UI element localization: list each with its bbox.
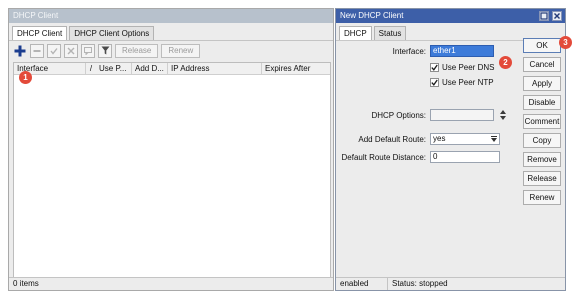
enable-button[interactable] (47, 43, 61, 58)
column-add-default[interactable]: Add D... (132, 63, 168, 74)
interface-field[interactable]: ether1 (430, 45, 494, 57)
column-ip-address[interactable]: IP Address (168, 63, 262, 74)
new-dhcp-client-window: New DHCP Client DHCP Status Interface: e… (335, 8, 566, 291)
add-icon (14, 45, 26, 56)
renew-button[interactable]: Renew (523, 190, 561, 205)
enabled-status: enabled (336, 278, 388, 290)
apply-button[interactable]: Apply (523, 76, 561, 91)
dhcp-client-table: Interface / Use P... Add D... IP Address… (13, 62, 331, 284)
cancel-button[interactable]: Cancel (523, 57, 561, 72)
default-route-distance-label: Default Route Distance: (341, 153, 427, 162)
up-down-arrows-icon (500, 110, 506, 120)
dhcp-client-statusbar: 0 items (9, 277, 333, 290)
interface-label: Interface: (392, 47, 426, 56)
add-button[interactable] (13, 44, 27, 58)
dhcp-client-tabs: DHCP Client DHCP Client Options (9, 23, 333, 40)
table-header: Interface / Use P... Add D... IP Address… (14, 63, 330, 75)
ok-button[interactable]: OK (523, 38, 561, 53)
use-peer-ntp-checkbox[interactable]: Use Peer NTP (430, 78, 494, 87)
remove-icon (33, 49, 41, 52)
tab-status[interactable]: Status (373, 26, 407, 40)
new-dhcp-client-titlebar[interactable]: New DHCP Client (336, 9, 565, 23)
comment-button[interactable] (81, 43, 95, 58)
disable-button[interactable]: Disable (523, 95, 561, 110)
dhcp-client-toolbar: Release Renew (9, 40, 333, 60)
tab-dhcp-client-options[interactable]: DHCP Client Options (69, 26, 155, 40)
copy-button[interactable]: Copy (523, 133, 561, 148)
release-toolbar-button[interactable]: Release (115, 43, 159, 58)
dhcp-form: Interface: ether1 Use Peer DNS Use Peer … (336, 40, 523, 263)
use-peer-ntp-label: Use Peer NTP (442, 78, 494, 87)
comment-button[interactable]: Comment (523, 114, 561, 129)
checkmark-icon (431, 79, 438, 86)
disable-icon (67, 47, 75, 54)
new-dhcp-client-statusbar: enabled Status: stopped (336, 277, 565, 290)
filter-button[interactable] (98, 43, 112, 58)
remove-button[interactable] (30, 43, 44, 58)
comment-icon (84, 46, 92, 55)
dhcp-options-spinner[interactable] (498, 108, 508, 122)
running-status: Status: stopped (392, 279, 448, 288)
add-default-route-label: Add Default Route: (358, 135, 426, 144)
add-default-route-select[interactable]: yes (430, 133, 500, 145)
callout-1: 1 (19, 71, 32, 84)
use-peer-dns-label: Use Peer DNS (442, 63, 495, 72)
use-peer-dns-checkbox[interactable]: Use Peer DNS (430, 63, 494, 72)
renew-toolbar-button[interactable]: Renew (161, 43, 201, 58)
default-route-distance-field[interactable]: 0 (430, 151, 500, 163)
filter-icon (101, 46, 109, 55)
new-dhcp-client-title: New DHCP Client (340, 11, 404, 20)
tab-dhcp[interactable]: DHCP (339, 26, 372, 40)
column-use-peer[interactable]: Use P... (96, 63, 132, 74)
tab-dhcp-client[interactable]: DHCP Client (12, 26, 68, 40)
remove-button[interactable]: Remove (523, 152, 561, 167)
dhcp-client-title: DHCP Client (13, 11, 59, 20)
close-icon (554, 13, 560, 19)
dhcp-options-field[interactable] (430, 109, 494, 121)
sort-indicator: / (89, 64, 93, 73)
enable-icon (50, 47, 58, 55)
item-count: 0 items (13, 279, 39, 288)
maximize-button[interactable] (539, 11, 549, 21)
callout-2: 2 (499, 56, 512, 69)
dhcp-client-window: DHCP Client DHCP Client DHCP Client Opti… (8, 8, 334, 291)
column-expires-after[interactable]: Expires After (262, 63, 330, 74)
disable-button[interactable] (64, 43, 78, 58)
dhcp-client-titlebar[interactable]: DHCP Client (9, 9, 333, 23)
add-default-route-value: yes (433, 134, 446, 143)
callout-3: 3 (559, 36, 572, 49)
dhcp-options-label: DHCP Options: (371, 111, 426, 120)
checkbox-box (430, 78, 439, 87)
action-buttons: OK Cancel Apply Disable Comment Copy Rem… (523, 38, 561, 209)
maximize-icon (540, 12, 548, 20)
release-button[interactable]: Release (523, 171, 561, 186)
dropdown-arrow-icon (490, 135, 498, 143)
checkmark-icon (431, 64, 438, 71)
close-button[interactable] (552, 11, 562, 21)
checkbox-box (430, 63, 439, 72)
